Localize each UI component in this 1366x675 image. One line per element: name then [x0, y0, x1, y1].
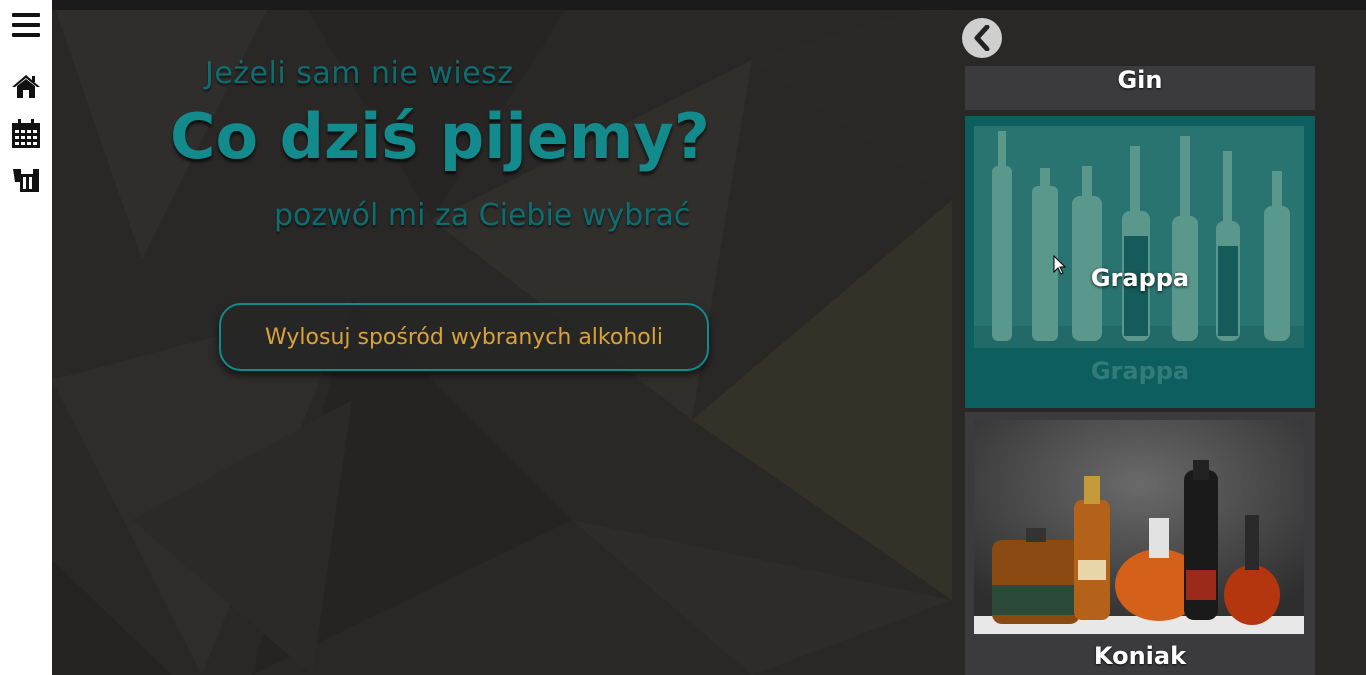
hero-subtitle-top: Jeżeli sam nie wiesz	[205, 56, 514, 91]
hero-title: Co dziś pijemy?	[170, 100, 710, 173]
hero-subtitle-bottom: pozwól mi za Ciebie wybrać	[274, 198, 691, 233]
chevron-left-icon	[974, 25, 990, 51]
list-item-grappa[interactable]: Grappa Grappa	[965, 116, 1315, 408]
grappa-image	[974, 126, 1304, 348]
list-item-koniak[interactable]: Koniak	[965, 412, 1315, 675]
random-pick-button[interactable]: Wylosuj spośród wybranych alkoholi	[219, 303, 709, 371]
calendar-icon[interactable]	[10, 118, 42, 150]
item-label: Grappa	[1090, 357, 1190, 385]
menu-icon[interactable]	[10, 9, 42, 41]
grappa-image-overlay	[974, 126, 1304, 348]
alcohol-list: Gin Grappa Grappa Koniak	[965, 66, 1315, 675]
item-label-overlay: Grappa	[1090, 264, 1190, 292]
sidebar	[0, 0, 52, 675]
item-label: Koniak	[1093, 642, 1187, 670]
koniak-image	[974, 420, 1304, 634]
list-item-gin[interactable]: Gin	[965, 66, 1315, 112]
item-label: Gin	[1117, 66, 1163, 94]
beer-mug-icon[interactable]	[10, 164, 42, 196]
mouse-cursor-icon	[1053, 255, 1067, 275]
home-icon[interactable]	[10, 70, 42, 102]
back-button[interactable]	[962, 18, 1002, 58]
